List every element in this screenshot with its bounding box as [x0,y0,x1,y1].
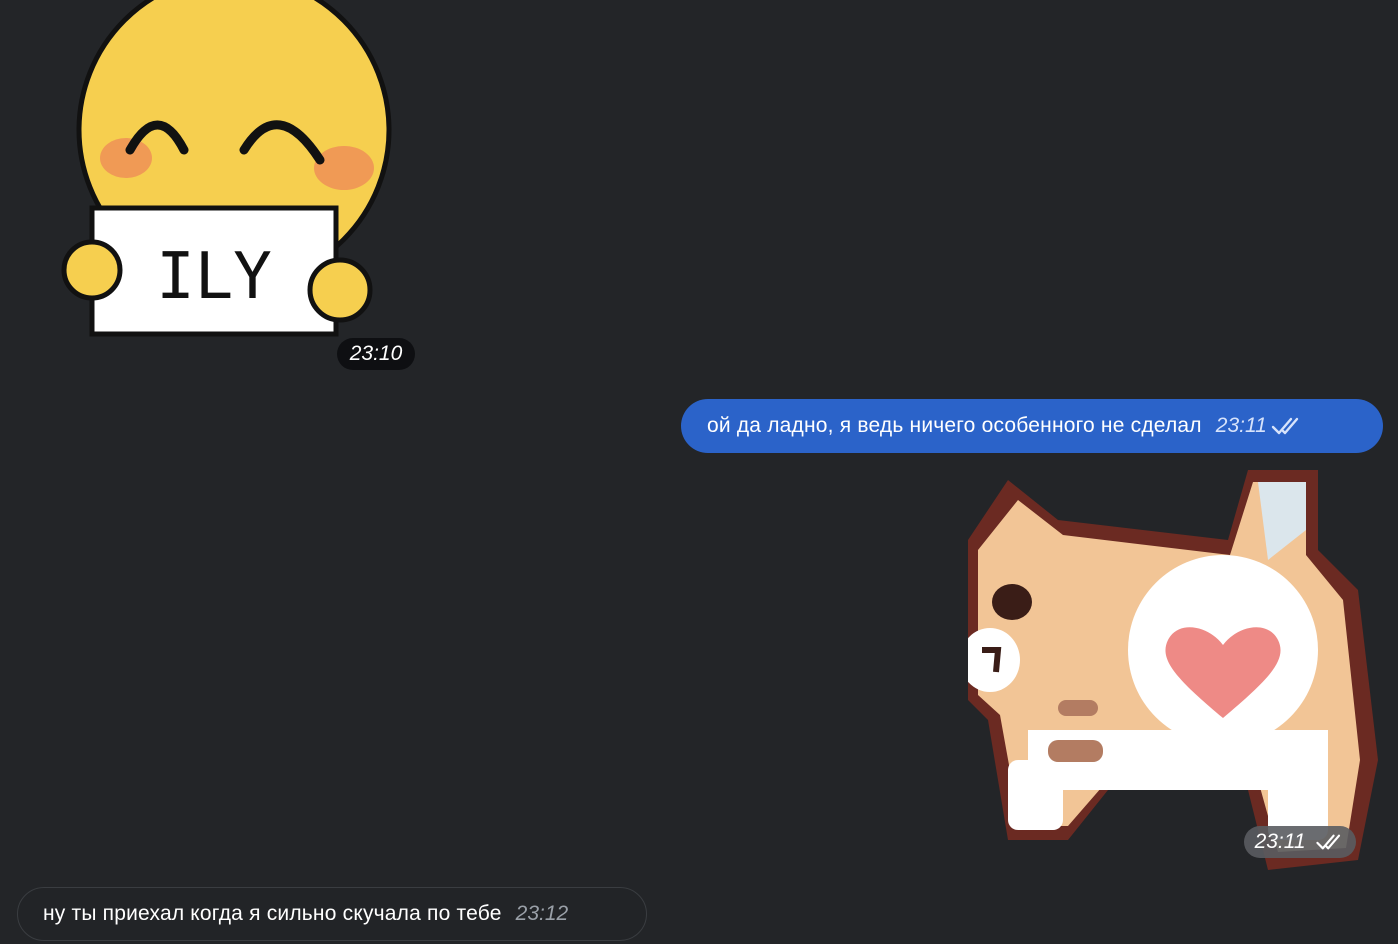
cat-front-leg [1008,760,1063,830]
chat-area: ILY 23:10 ой да ладно, я ведь ничего осо… [0,0,1398,944]
right-blush [314,146,374,190]
left-blush [100,138,152,178]
cat-stripe [1048,740,1103,762]
cat-eye [992,584,1032,620]
ily-sign-text: ILY [156,240,272,314]
right-hand [307,257,373,323]
outgoing-message[interactable]: ой да ладно, я ведь ничего особенного не… [681,399,1383,453]
message-time: 23:11 [1215,414,1267,437]
message-time: 23:12 [515,902,569,925]
incoming-message[interactable]: ну ты приехал когда я сильно скучала по … [17,887,647,941]
left-hand [61,239,123,301]
smiley-ily-sticker[interactable]: ILY [58,0,398,340]
message-text: ой да ладно, я ведь ничего особенного не… [707,414,1202,437]
message-text: ну ты приехал когда я сильно скучала по … [43,902,502,925]
sticker-time-outgoing: 23:11 [1244,826,1356,858]
sticker-time-text: 23:11 [1254,830,1306,853]
sticker-time: 23:10 [337,338,415,370]
cat-heart-sticker[interactable] [968,460,1388,880]
cat-stripe [1058,700,1098,716]
double-check-icon [1271,417,1298,435]
double-check-icon [1316,835,1341,850]
